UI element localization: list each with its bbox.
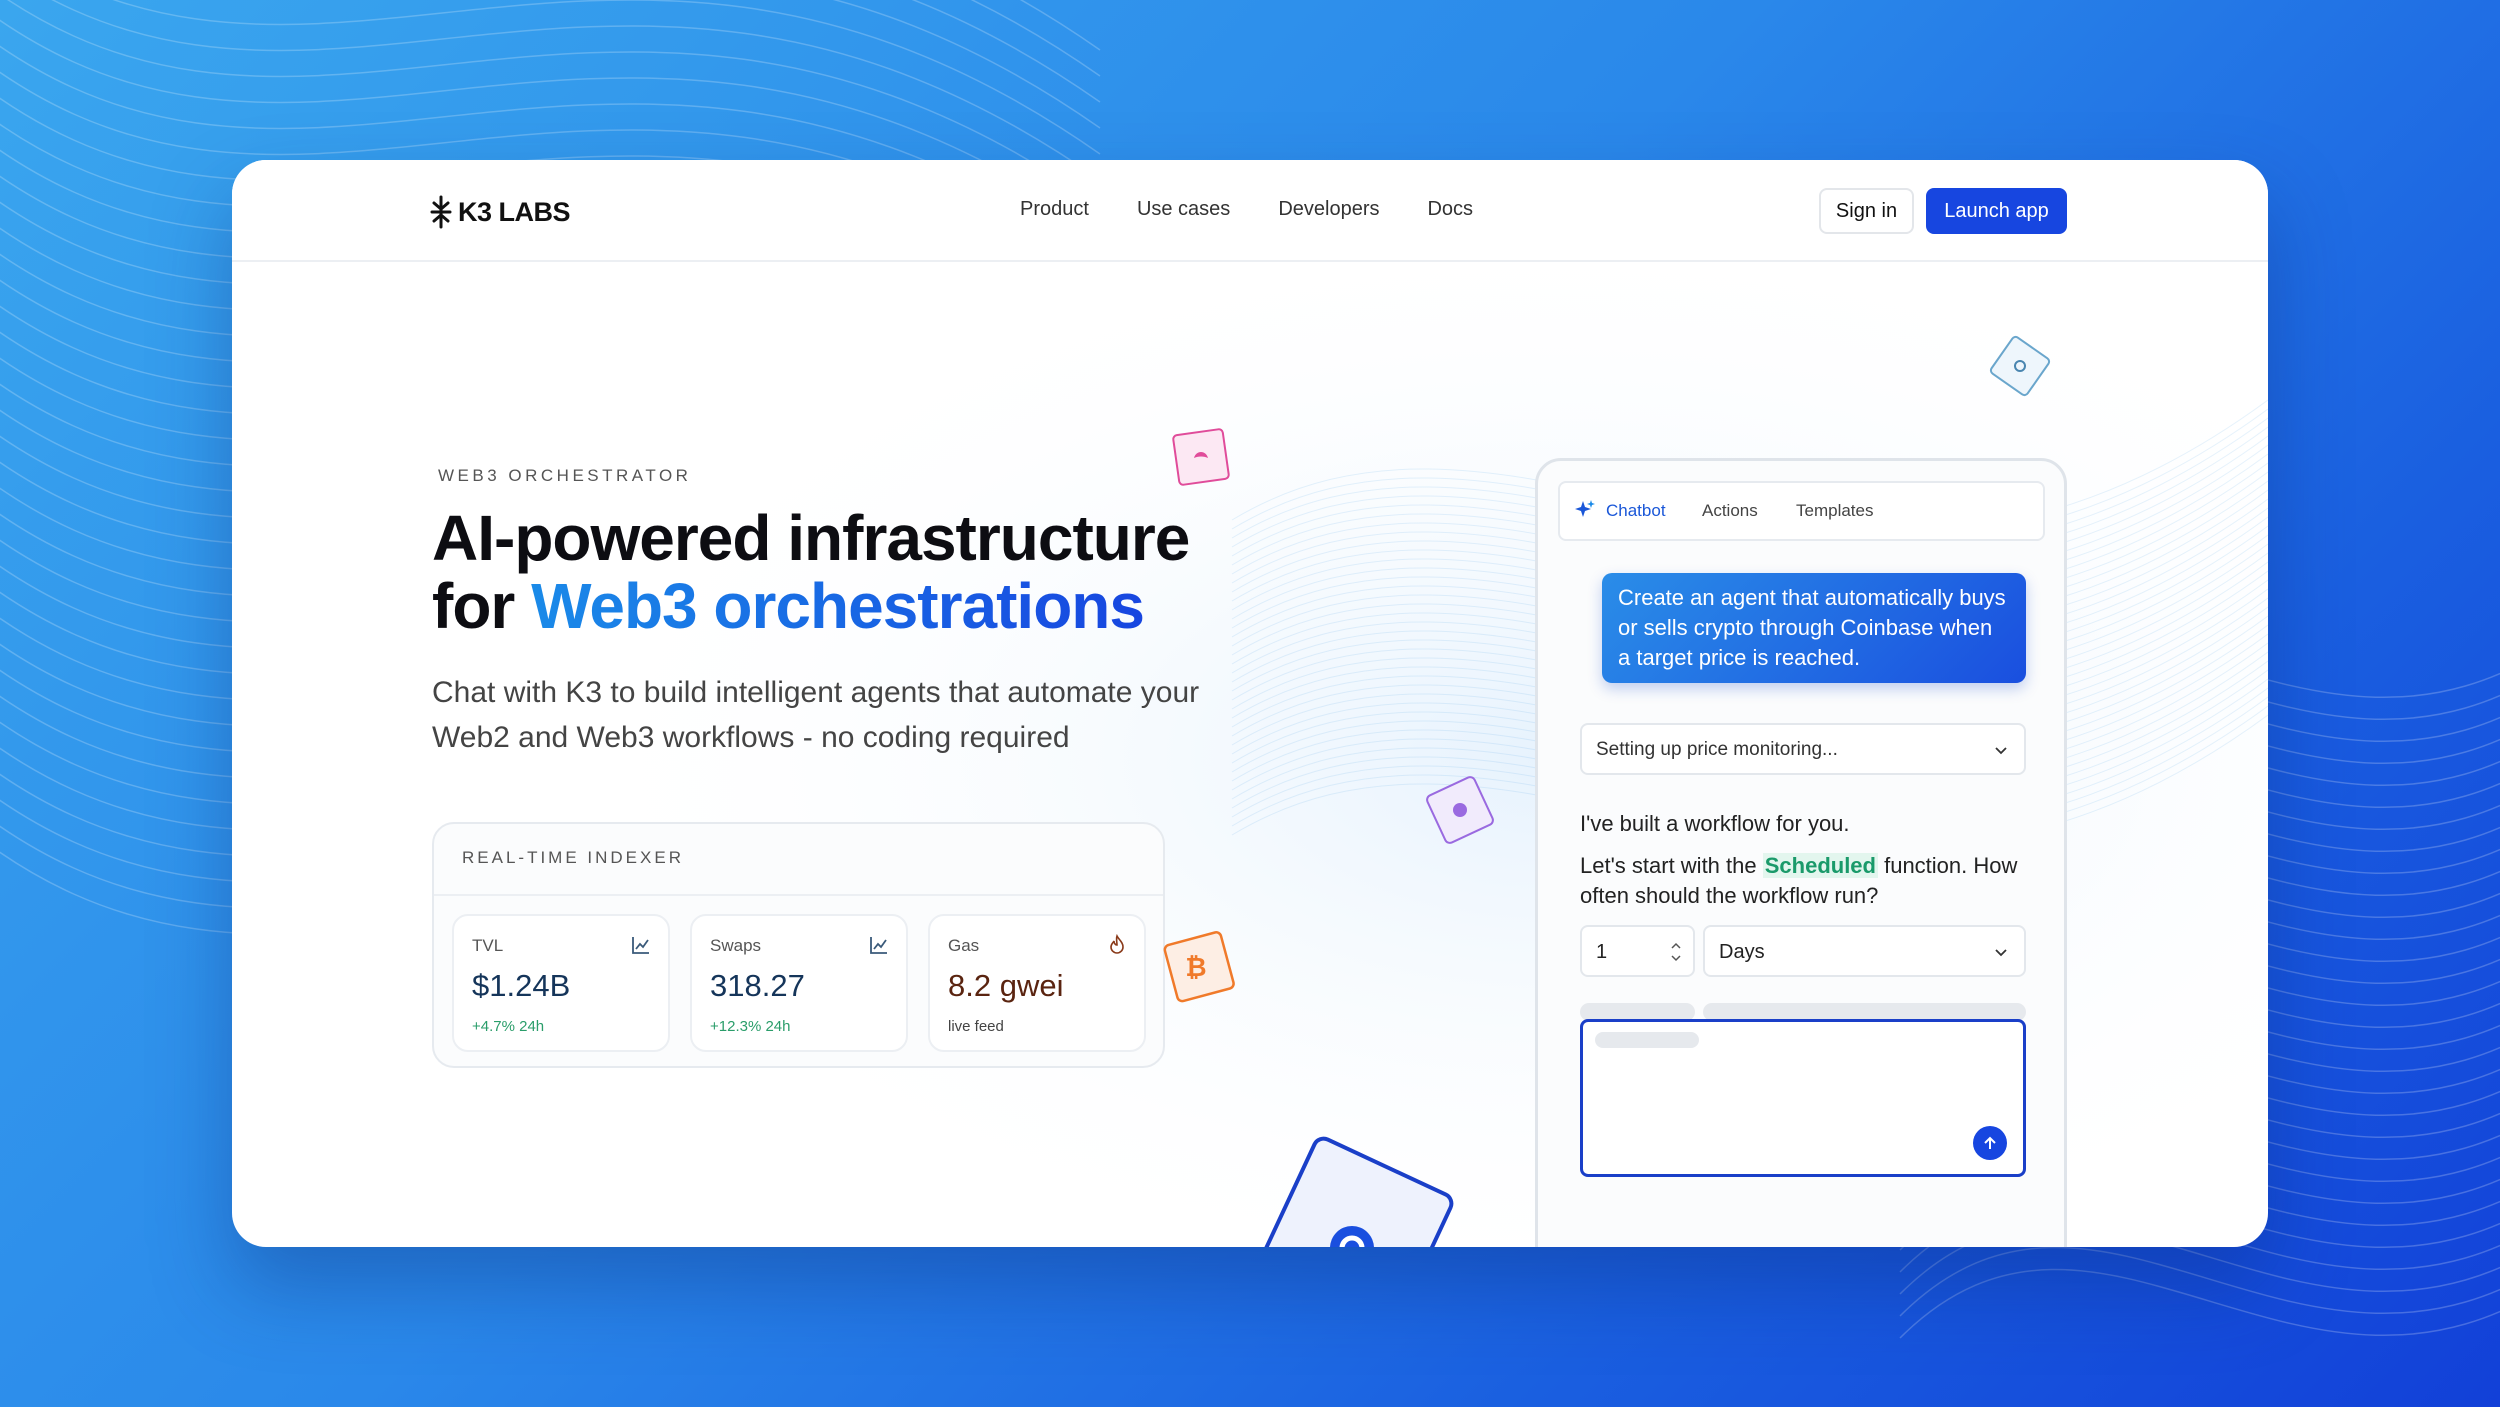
- settings-token-icon: [1989, 335, 2051, 397]
- pink-token-icon: [1172, 428, 1230, 486]
- interval-unit-select[interactable]: Days: [1703, 925, 2026, 977]
- stat-label: Gas: [948, 936, 980, 955]
- headline-line-2-prefix: for: [432, 570, 532, 642]
- bitcoin-token-icon: ₿: [1163, 931, 1235, 1003]
- stat-change: +12.3% 24h: [710, 1018, 791, 1035]
- k3-labs-logo[interactable]: K3 LABS: [430, 194, 571, 230]
- chat-panel: Chatbot Actions Templates Create an agen…: [1535, 458, 2067, 1247]
- nav-link-developers[interactable]: Developers: [1278, 198, 1379, 221]
- stat-value: 318.27: [710, 968, 805, 1003]
- stat-label: Swaps: [710, 936, 762, 955]
- chevron-down-icon: [1995, 949, 2007, 957]
- status-dropdown[interactable]: Setting up price monitoring...: [1580, 723, 2026, 775]
- tab-chatbot[interactable]: Chatbot: [1606, 501, 1666, 521]
- indexer-title: REAL-TIME INDEXER: [462, 848, 684, 867]
- purple-token-icon: [1426, 776, 1494, 844]
- stat-change: live feed: [948, 1018, 1004, 1035]
- chart-line-icon: [870, 937, 887, 954]
- nav-links: Product Use cases Developers Docs: [1020, 198, 1473, 221]
- nav-link-use-cases[interactable]: Use cases: [1137, 198, 1230, 221]
- launch-app-button[interactable]: Launch app: [1926, 188, 2067, 234]
- sign-in-button[interactable]: Sign in: [1819, 188, 1914, 234]
- stat-value: $1.24B: [472, 968, 571, 1003]
- browser-window: K3 LABS Product Use cases Developers Doc…: [232, 160, 2268, 1247]
- arrow-up-icon: [1984, 1136, 1996, 1149]
- headline-accent: Web3 orchestrations: [531, 570, 1145, 642]
- k3-logo-icon: [430, 195, 452, 229]
- logo-text: K3 LABS: [458, 196, 571, 227]
- chat-tabs: Chatbot Actions Templates: [1558, 481, 2045, 541]
- scheduled-highlight: Scheduled: [1762, 853, 1878, 878]
- interval-number-input[interactable]: 1: [1580, 925, 1695, 977]
- composer-placeholder-skeleton: [1595, 1032, 1699, 1048]
- real-time-indexer-card: REAL-TIME INDEXER TVL $1.24B +4.7% 24h S…: [432, 822, 1165, 1068]
- hero-headline: AI-powered infrastructure for Web3 orche…: [432, 504, 1332, 640]
- headline-line-1: AI-powered infrastructure: [432, 502, 1190, 574]
- interval-value: 1: [1596, 941, 1608, 963]
- stepper-icon[interactable]: [1669, 937, 1683, 967]
- bot-message-line-2: Let's start with the Scheduled function.…: [1580, 851, 2040, 911]
- stat-value: 8.2 gwei: [948, 968, 1064, 1003]
- send-button[interactable]: [1973, 1126, 2007, 1160]
- sparkle-icon: [1575, 500, 1595, 517]
- tab-actions[interactable]: Actions: [1702, 501, 1758, 521]
- top-navigation: K3 LABS Product Use cases Developers Doc…: [232, 160, 2268, 262]
- stat-change: +4.7% 24h: [472, 1018, 545, 1035]
- bot-message-line-1: I've built a workflow for you.: [1580, 811, 1850, 836]
- nav-link-product[interactable]: Product: [1020, 198, 1089, 221]
- status-text: Setting up price monitoring...: [1596, 739, 1838, 760]
- chart-line-icon: [632, 937, 649, 954]
- divider: [434, 894, 1163, 896]
- chevron-down-icon: [1995, 747, 2007, 755]
- svg-text:₿: ₿: [1185, 953, 1206, 983]
- hero-eyebrow: WEB3 ORCHESTRATOR: [438, 466, 692, 485]
- interval-unit: Days: [1719, 941, 1765, 963]
- message-composer[interactable]: [1580, 1019, 2026, 1177]
- nav-link-docs[interactable]: Docs: [1427, 198, 1473, 221]
- stat-card-tvl: TVL $1.24B +4.7% 24h: [452, 914, 670, 1052]
- stat-card-swaps: Swaps 318.27 +12.3% 24h: [690, 914, 908, 1052]
- stat-card-gas: Gas 8.2 gwei live feed: [928, 914, 1146, 1052]
- bot-text-prefix: Let's start with the: [1580, 853, 1763, 878]
- user-message-bubble: Create an agent that automatically buys …: [1602, 573, 2026, 683]
- flame-icon: [1110, 934, 1124, 954]
- stat-label: TVL: [472, 936, 504, 955]
- hero-subhead: Chat with K3 to build intelligent agents…: [432, 676, 1200, 754]
- tab-templates[interactable]: Templates: [1796, 501, 1873, 521]
- coinbase-token-icon: [1256, 1136, 1454, 1247]
